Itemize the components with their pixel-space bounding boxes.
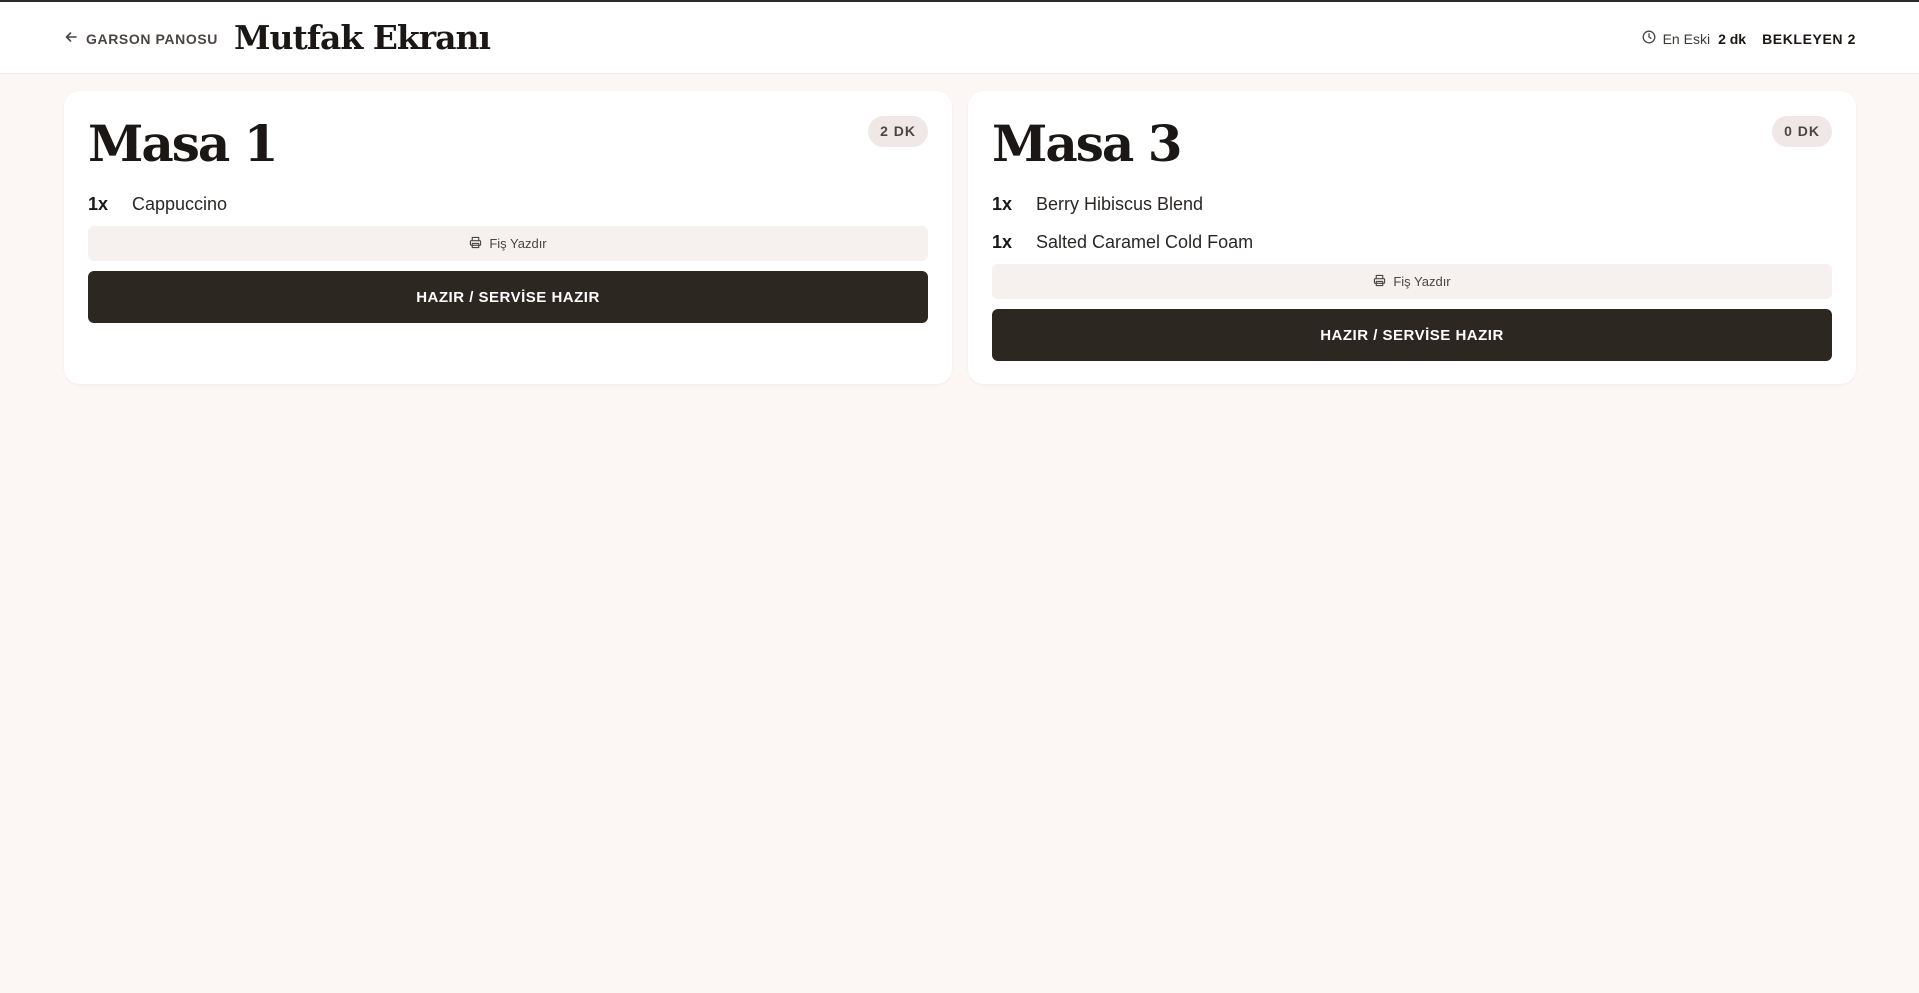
- printer-icon: [469, 236, 482, 252]
- item-quantity: 1x: [992, 193, 1013, 214]
- order-card: Masa 1 2 DK 1x Cappuccino Fiş Yazdır HAZ…: [64, 91, 952, 384]
- print-receipt-label: Fiş Yazdır: [489, 236, 547, 251]
- table-name: Masa 1: [88, 114, 278, 173]
- item-name: Salted Caramel Cold Foam: [1036, 231, 1254, 252]
- order-item: 1x Cappuccino: [88, 185, 928, 223]
- app-header: GARSON PANOSU Mutfak Ekranı En Eski 2 dk…: [0, 2, 1919, 74]
- order-items: 1x Cappuccino: [88, 185, 928, 223]
- oldest-order-value: 2 dk: [1718, 30, 1747, 47]
- item-quantity: 1x: [992, 231, 1013, 252]
- arrow-left-icon: [64, 30, 78, 47]
- back-to-waiter-dashboard-link[interactable]: GARSON PANOSU: [64, 30, 218, 47]
- order-item: 1x Salted Caramel Cold Foam: [992, 223, 1832, 261]
- print-receipt-button[interactable]: Fiş Yazdır: [992, 264, 1832, 299]
- back-link-label: GARSON PANOSU: [86, 30, 218, 47]
- item-name: Cappuccino: [132, 193, 228, 214]
- mark-ready-button[interactable]: HAZIR / SERVİSE HAZIR: [992, 309, 1832, 361]
- order-card: Masa 3 0 DK 1x Berry Hibiscus Blend 1x S…: [968, 91, 1856, 384]
- printer-icon: [1373, 274, 1386, 290]
- print-receipt-label: Fiş Yazdır: [1393, 274, 1451, 289]
- item-quantity: 1x: [88, 193, 109, 214]
- oldest-order-label: En Eski: [1662, 30, 1711, 47]
- header-stats: En Eski 2 dk BEKLEYEN 2: [1642, 30, 1856, 47]
- item-name: Berry Hibiscus Blend: [1036, 193, 1204, 214]
- table-name: Masa 3: [992, 114, 1182, 173]
- page-title: Mutfak Ekranı: [234, 18, 491, 57]
- order-item: 1x Berry Hibiscus Blend: [992, 185, 1832, 223]
- order-items: 1x Berry Hibiscus Blend 1x Salted Carame…: [992, 185, 1832, 261]
- elapsed-time-badge: 0 DK: [1772, 116, 1832, 147]
- clock-icon: [1642, 30, 1663, 47]
- mark-ready-button[interactable]: HAZIR / SERVİSE HAZIR: [88, 271, 928, 323]
- pending-count: BEKLEYEN 2: [1762, 30, 1856, 47]
- print-receipt-button[interactable]: Fiş Yazdır: [88, 226, 928, 261]
- elapsed-time-badge: 2 DK: [868, 116, 928, 147]
